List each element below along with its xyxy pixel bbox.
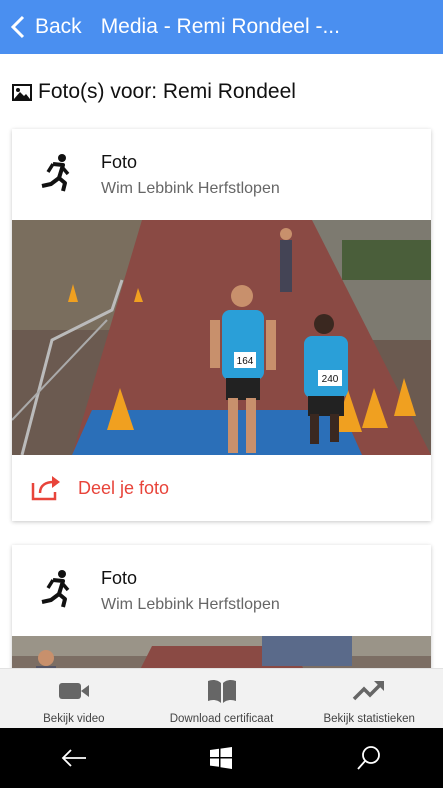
system-search-button[interactable]	[339, 728, 399, 788]
race-photo[interactable]	[12, 636, 431, 668]
page-title-text: Foto(s) voor: Remi Rondeel	[38, 80, 296, 103]
runner-icon	[41, 570, 70, 608]
view-statistics-label: Bekijk statistieken	[323, 713, 415, 725]
card-header: Foto Wim Lebbink Herfstlopen	[12, 129, 431, 220]
share-photo-button[interactable]: Deel je foto	[12, 455, 431, 521]
system-back-button[interactable]	[44, 728, 104, 788]
card-subtitle: Wim Lebbink Herfstlopen	[101, 596, 280, 613]
share-photo-label: Deel je foto	[78, 477, 170, 498]
photo-card: Foto Wim Lebbink Herfstlopen	[12, 129, 431, 521]
windows-logo-icon	[210, 747, 233, 769]
race-photo[interactable]: 164 240	[12, 220, 431, 455]
card-title: Foto	[101, 568, 138, 588]
bib-number-2: 240	[322, 374, 339, 385]
arrow-left-icon	[61, 749, 86, 767]
watch-video-label: Bekijk video	[43, 713, 105, 725]
download-certificate-label: Download certificaat	[169, 713, 274, 725]
card-subtitle: Wim Lebbink Herfstlopen	[101, 180, 280, 197]
image-icon	[12, 83, 32, 101]
card-header: Foto Wim Lebbink Herfstlopen	[12, 545, 431, 636]
video-camera-icon	[58, 683, 89, 699]
search-icon	[357, 746, 381, 770]
bib-number-1: 164	[237, 356, 254, 367]
back-label: Back	[35, 15, 82, 38]
watch-video-button[interactable]: Bekijk video	[0, 669, 148, 728]
app-header: Back Media - Remi Rondeel -...	[0, 0, 443, 54]
trending-up-icon	[352, 681, 385, 701]
chevron-left-icon	[10, 15, 25, 39]
system-start-button[interactable]	[191, 728, 251, 788]
race-photo-image: 164 240	[12, 220, 431, 455]
app-bar: Bekijk video Download certificaat Bekijk…	[0, 668, 443, 728]
header-title: Media - Remi Rondeel -...	[100, 15, 340, 38]
race-photo-image	[12, 636, 431, 668]
photo-card: Foto Wim Lebbink Herfstlopen	[12, 545, 431, 668]
card-title: Foto	[101, 152, 138, 172]
system-nav-bar	[0, 728, 443, 788]
back-button[interactable]: Back	[0, 0, 82, 54]
book-icon	[207, 679, 236, 703]
view-statistics-button[interactable]: Bekijk statistieken	[295, 669, 443, 728]
share-icon	[31, 476, 60, 501]
page-title: Foto(s) voor: Remi Rondeel	[12, 80, 296, 104]
download-certificate-button[interactable]: Download certificaat	[148, 669, 296, 728]
runner-icon	[41, 154, 70, 192]
content-area[interactable]: Foto(s) voor: Remi Rondeel Foto Wim Lebb…	[0, 54, 443, 668]
